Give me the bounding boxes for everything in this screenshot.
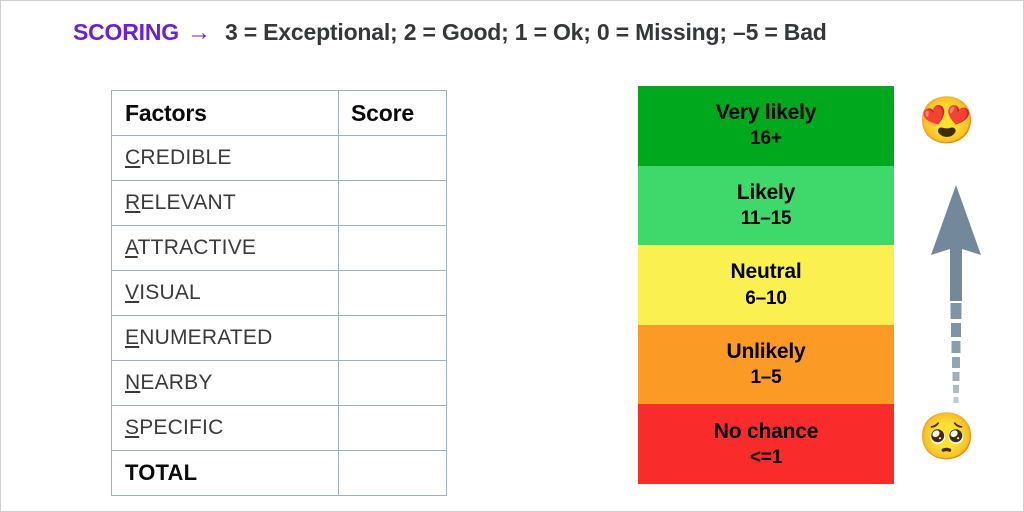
factor-initial: E — [125, 326, 140, 349]
column-header-score: Score — [338, 90, 447, 136]
factor-label-attractive: ATTRACTIVE — [125, 236, 256, 259]
scale-band-range: 11–15 — [740, 208, 792, 230]
scale-band-range: 1–5 — [750, 367, 782, 389]
table-row: ENUMERATED — [111, 315, 447, 361]
scale-band-label: Likely — [736, 180, 796, 204]
scale-band-range: <=1 — [749, 446, 783, 468]
scale-band-no-chance: No chance <=1 — [638, 404, 894, 484]
factor-cell-specific: SPECIFIC — [111, 405, 339, 451]
scale-band-neutral: Neutral 6–10 — [638, 245, 894, 325]
right-arrow-icon: → — [186, 19, 211, 46]
pleading-face-emoji: 🥺 — [918, 410, 976, 462]
factor-label-visual: VISUAL — [125, 281, 201, 304]
factor-rest: ELEVANT — [140, 191, 236, 214]
table-row: CREDIBLE — [111, 135, 447, 181]
column-header-factors-label: Factors — [125, 99, 207, 126]
table-header-row: Factors Score — [111, 90, 447, 136]
score-cell-visual[interactable] — [338, 270, 447, 316]
scale-band-label: No chance — [713, 419, 819, 443]
column-header-score-label: Score — [351, 99, 414, 126]
likelihood-scale: Very likely 16+ Likely 11–15 Neutral 6–1… — [638, 86, 894, 484]
table-row: VISUAL — [111, 270, 447, 316]
factor-rest: PECIFIC — [139, 416, 224, 439]
column-header-factors: Factors — [111, 90, 339, 136]
factors-score-table: Factors Score CREDIBLE RELEVANT ATTRACTI… — [111, 90, 447, 496]
factor-initial: S — [125, 416, 140, 439]
scoring-legend-text: 3 = Exceptional; 2 = Good; 1 = Ok; 0 = M… — [224, 19, 827, 45]
factor-cell-credible: CREDIBLE — [111, 135, 339, 181]
score-cell-total[interactable] — [338, 450, 447, 496]
factor-rest: TTRACTIVE — [137, 236, 257, 259]
scoring-label: SCORING — [73, 19, 179, 45]
factor-rest: REDIBLE — [140, 146, 232, 169]
factor-cell-total: TOTAL — [111, 450, 339, 496]
scale-band-very-likely: Very likely 16+ — [638, 86, 894, 166]
factor-label-nearby: NEARBY — [125, 371, 213, 394]
score-cell-enumerated[interactable] — [338, 315, 447, 361]
factor-label-relevant: RELEVANT — [125, 191, 236, 214]
factor-rest: EARBY — [140, 371, 213, 394]
score-cell-relevant[interactable] — [338, 180, 447, 226]
table-row: RELEVANT — [111, 180, 447, 226]
scoring-legend-line: SCORING → 3 = Exceptional; 2 = Good; 1 =… — [73, 19, 827, 47]
factor-label-credible: CREDIBLE — [125, 146, 232, 169]
scale-band-label: Very likely — [715, 101, 817, 125]
factor-initial: A — [125, 236, 138, 259]
factor-initial: V — [125, 281, 140, 304]
factor-cell-enumerated: ENUMERATED — [111, 315, 339, 361]
factor-initial: C — [125, 146, 141, 169]
factor-label-enumerated: ENUMERATED — [125, 326, 272, 349]
factor-cell-nearby: NEARBY — [111, 360, 339, 406]
table-row: NEARBY — [111, 360, 447, 406]
scale-band-label: Unlikely — [726, 340, 806, 364]
table-row: ATTRACTIVE — [111, 225, 447, 271]
slide-canvas: SCORING → 3 = Exceptional; 2 = Good; 1 =… — [0, 0, 1024, 512]
upward-trend-arrow-icon — [931, 185, 981, 403]
score-cell-nearby[interactable] — [338, 360, 447, 406]
scale-band-range: 16+ — [750, 128, 782, 150]
factor-label-specific: SPECIFIC — [125, 416, 223, 439]
table-row-total: TOTAL — [111, 450, 447, 496]
scale-band-label: Neutral — [730, 260, 802, 284]
scale-band-range: 6–10 — [745, 287, 787, 309]
factor-cell-relevant: RELEVANT — [111, 180, 339, 226]
factor-initial: N — [125, 371, 141, 394]
score-cell-specific[interactable] — [338, 405, 447, 451]
factor-initial: R — [125, 191, 141, 214]
factor-cell-attractive: ATTRACTIVE — [111, 225, 339, 271]
score-cell-attractive[interactable] — [338, 225, 447, 271]
factor-label-total: TOTAL — [125, 460, 198, 485]
table-row: SPECIFIC — [111, 405, 447, 451]
scale-band-likely: Likely 11–15 — [638, 165, 894, 246]
factor-rest: NUMERATED — [139, 326, 273, 349]
factor-cell-visual: VISUAL — [111, 270, 339, 316]
score-cell-credible[interactable] — [338, 135, 447, 181]
scale-band-unlikely: Unlikely 1–5 — [638, 324, 894, 405]
factor-rest: ISUAL — [139, 281, 201, 304]
heart-eyes-emoji: 😍 — [918, 94, 976, 146]
